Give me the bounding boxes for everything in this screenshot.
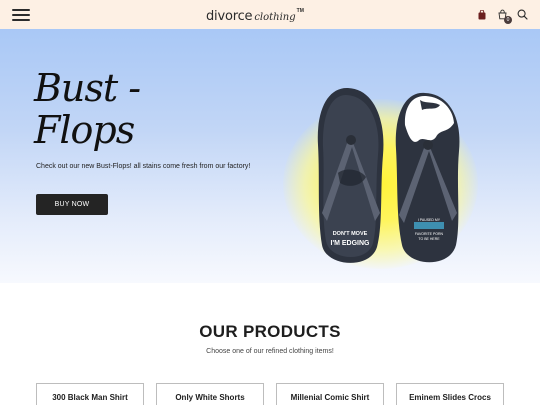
search-icon[interactable] [516,9,528,21]
products-heading: OUR PRODUCTS [199,322,341,341]
logo-tm: TM [296,8,304,14]
header-icons: 0 [476,9,528,24]
logo-main-text: divorce [206,9,253,24]
left-flip-flop: DON'T MOVE I'M EDGING [317,87,384,263]
svg-text:DON'T MOVE: DON'T MOVE [333,231,368,237]
right-flip-flop: I PAUSED MY FAVORITE PORN TO BE HERE [395,92,460,263]
svg-text:TO BE HERE: TO BE HERE [418,237,440,241]
products-subtitle: Choose one of our refined clothing items… [206,348,334,355]
bag-icon[interactable] [476,9,488,21]
svg-text:I'M EDGING: I'M EDGING [331,240,371,247]
cart-count-badge: 0 [504,15,512,24]
category-card[interactable]: Millenial Comic Shirt [276,383,384,405]
product-categories: 300 Black Man Shirt Only White Shorts Mi… [36,383,506,405]
hero-banner: Bust - Flops Check out our new Bust-Flop… [0,29,540,283]
hero-title: Bust - Flops [34,66,141,152]
category-card[interactable]: 300 Black Man Shirt [36,383,144,405]
category-card[interactable]: Eminem Slides Crocs [396,383,504,405]
svg-text:FAVORITE PORN: FAVORITE PORN [415,232,444,236]
hero-description: Check out our new Bust-Flops! all stains… [36,163,251,170]
cart-icon[interactable]: 0 [496,9,512,24]
site-logo[interactable]: divorce clothing TM [206,5,304,24]
svg-text:I PAUSED MY: I PAUSED MY [418,218,441,222]
flip-flops-image: DON'T MOVE I'M EDGING I PAUSED MY FAVORI… [317,87,460,263]
buy-now-button[interactable]: BUY NOW [36,194,108,215]
menu-icon[interactable] [12,8,30,21]
category-card[interactable]: Only White Shorts [156,383,264,405]
logo-sub-text: clothing [254,12,296,23]
site-header: divorce clothing TM 0 [0,0,540,29]
